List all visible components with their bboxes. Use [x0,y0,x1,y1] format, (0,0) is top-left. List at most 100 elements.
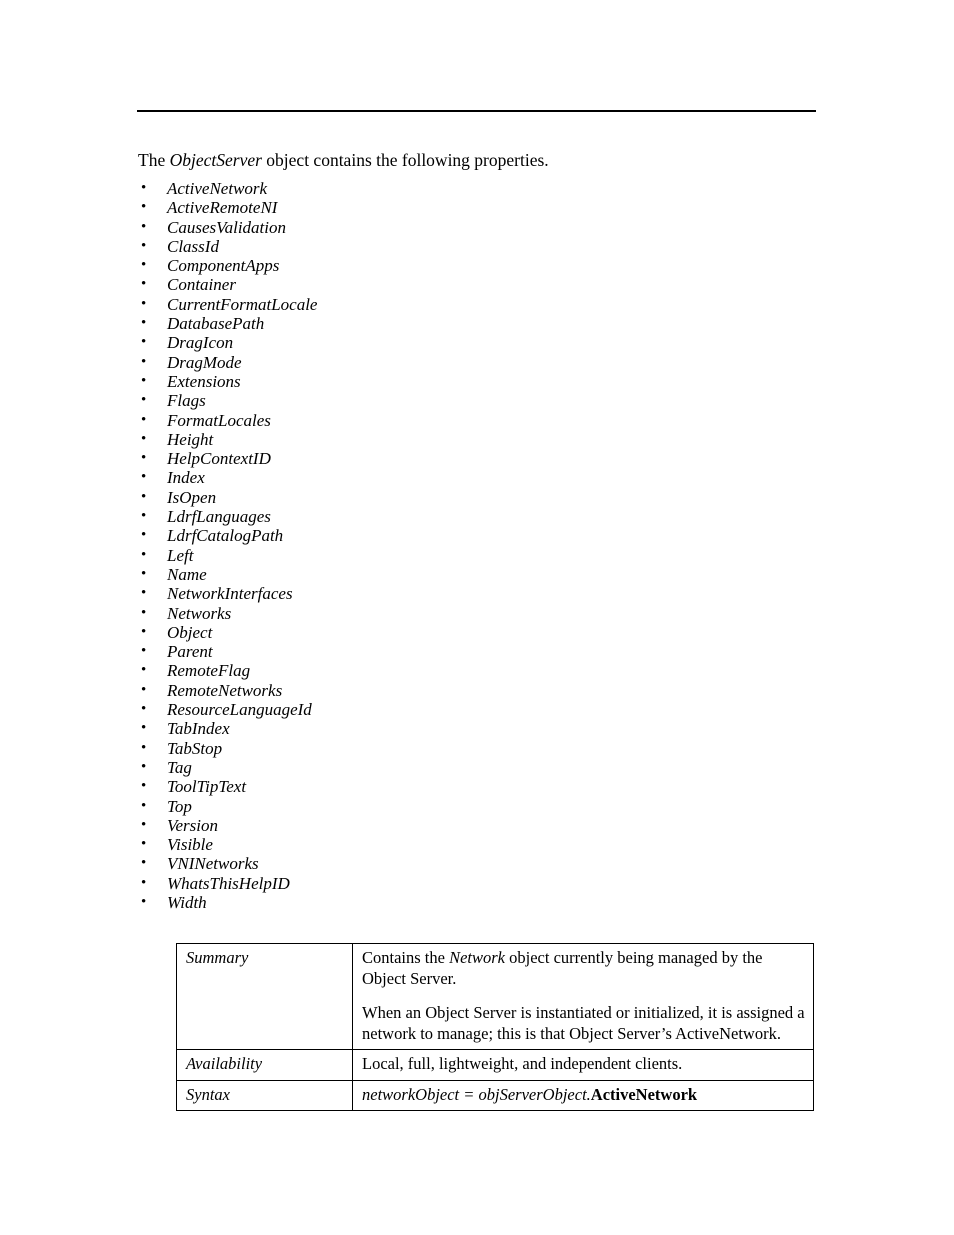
list-item: • VNINetworks [138,854,698,873]
list-item-label: Height [167,429,214,449]
summary-emphasis-network: Network [449,948,505,967]
list-item-label: LdrfCatalogPath [167,526,284,546]
list-item: • ClassId [138,237,698,256]
bullet-icon: • [141,508,147,525]
list-item-label: Flags [167,391,206,411]
list-item: • RemoteFlag [138,661,698,680]
list-item: • ActiveRemoteNI [138,198,698,217]
list-item-label: LdrfLanguages [167,507,271,527]
bullet-icon: • [141,623,147,640]
bullet-icon: • [141,701,147,718]
list-item-label: DragMode [167,352,242,372]
list-item: • Top [138,797,698,816]
document-page: The ObjectServer object contains the fol… [0,0,954,1235]
bullet-icon: • [141,450,147,467]
list-item-label: Object [167,622,213,642]
bullet-icon: • [141,334,147,351]
list-item-label: ClassId [167,236,219,256]
list-item-label: Visible [167,835,213,855]
list-item: • LdrfLanguages [138,507,698,526]
list-item: • DragMode [138,353,698,372]
list-item-label: Left [167,545,194,565]
bullet-icon: • [141,180,147,196]
list-item-label: WhatsThisHelpID [167,873,290,893]
bullet-icon: • [141,836,147,853]
summary-p1-before: Contains the [362,948,450,967]
list-item: • NetworkInterfaces [138,584,698,603]
bullet-icon: • [141,353,147,370]
list-item: • Parent [138,642,698,661]
list-item: • FormatLocales [138,411,698,430]
list-item-label: Index [167,468,205,488]
bullet-icon: • [141,874,147,891]
list-item-label: IsOpen [167,487,217,507]
bullet-icon: • [141,199,147,216]
intro-paragraph: The ObjectServer object contains the fol… [138,149,549,171]
intro-text-before: The [138,150,170,170]
row-label-availability: Availability [176,1049,353,1081]
bullet-icon: • [141,797,147,814]
list-item: • TabStop [138,739,698,758]
bullet-icon: • [141,816,147,833]
summary-paragraph-1: Contains the Network object currently be… [362,948,806,989]
list-item: • CurrentFormatLocale [138,295,698,314]
bullet-icon: • [141,855,147,872]
list-item-label: TabIndex [167,719,230,739]
row-label-summary: Summary [176,943,353,1050]
list-item: • Height [138,430,698,449]
row-value-syntax: networkObject = objServerObject.ActiveNe… [352,1079,814,1111]
list-item: • DragIcon [138,333,698,352]
table-row-syntax: Syntax networkObject = objServerObject.A… [176,1079,814,1111]
list-item-label: Container [167,275,236,295]
list-item-label: DatabasePath [167,314,265,334]
list-item: • Name [138,565,698,584]
bullet-icon: • [141,778,147,795]
list-item-label: Parent [167,642,213,662]
header-rule [137,110,816,112]
list-item: • WhatsThisHelpID [138,874,698,893]
bullet-icon: • [141,739,147,756]
list-item-label: Width [167,892,207,912]
list-item: • Flags [138,391,698,410]
list-item-label: Top [167,796,192,816]
list-item: • Container [138,275,698,294]
bullet-icon: • [141,430,147,447]
list-item-label: DragIcon [167,333,234,353]
list-item-label: FormatLocales [167,410,271,430]
list-item: • Extensions [138,372,698,391]
list-item: • CausesValidation [138,218,698,237]
bullet-icon: • [141,565,147,582]
list-item-label: CurrentFormatLocale [167,294,318,314]
list-item: • Networks [138,604,698,623]
list-item: • ComponentApps [138,256,698,275]
intro-emphasis-objectserver: ObjectServer [169,150,262,170]
list-item: • Index [138,468,698,487]
list-item: • LdrfCatalogPath [138,526,698,545]
table-row-summary: Summary Contains the Network object curr… [176,943,814,1050]
bullet-icon: • [141,469,147,486]
property-detail-table: Summary Contains the Network object curr… [176,943,814,1111]
list-item-label: CausesValidation [167,217,287,237]
bullet-icon: • [141,527,147,544]
list-item: • Object [138,623,698,642]
bullet-icon: • [141,546,147,563]
list-item: • HelpContextID [138,449,698,468]
properties-list: • ActiveNetwork • ActiveRemoteNI • CausesVali… [138,179,698,912]
bullet-icon: • [141,392,147,409]
bullet-icon: • [141,411,147,428]
bullet-icon: • [141,237,147,254]
summary-paragraph-2: When an Object Server is instantiated or… [362,1003,805,1043]
list-item: • TabIndex [138,719,698,738]
bullet-icon: • [141,758,147,775]
list-item-label: Version [167,815,218,835]
bullet-icon: • [141,893,147,910]
bullet-icon: • [141,604,147,621]
row-value-availability: Local, full, lightweight, and independen… [352,1049,814,1081]
list-item: • ToolTipText [138,777,698,796]
list-item-label: VNINetworks [167,854,259,874]
bullet-icon: • [141,257,147,274]
list-item: • Version [138,816,698,835]
list-item: • DatabasePath [138,314,698,333]
syntax-expression: networkObject = objServerObject. [362,1084,591,1104]
list-item: • RemoteNetworks [138,681,698,700]
